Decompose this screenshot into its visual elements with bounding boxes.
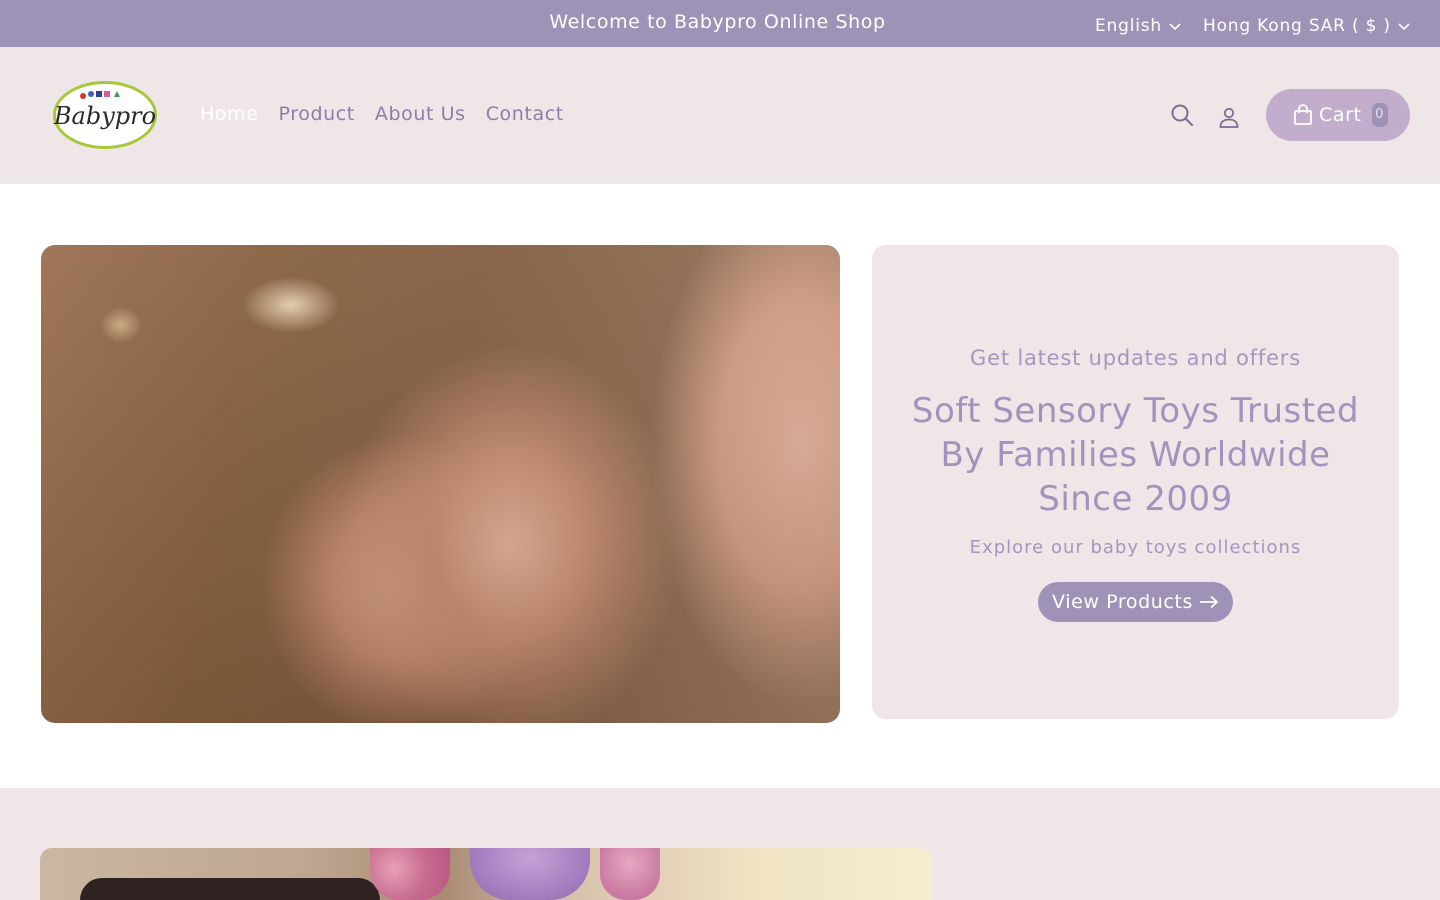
hero-image (41, 245, 840, 723)
nav-about-us[interactable]: About Us (375, 103, 466, 125)
account-icon[interactable] (1217, 106, 1241, 130)
hero-description: Explore our baby toys collections (969, 537, 1302, 558)
featured-toy-purple (470, 848, 590, 900)
svg-text:Babypro: Babypro (53, 102, 156, 130)
hero-subtitle: Get latest updates and offers (970, 346, 1301, 370)
cart-button[interactable]: Cart 0 (1266, 89, 1410, 141)
currency-selector[interactable]: Hong Kong SAR ( $ ) (1203, 16, 1411, 36)
featured-toy-pink (370, 848, 450, 900)
featured-toy-rose (600, 848, 660, 900)
hero-card: Get latest updates and offers Soft Senso… (872, 245, 1399, 719)
main-nav: Home Product About Us Contact (200, 103, 564, 125)
currency-label: Hong Kong SAR ( $ ) (1203, 16, 1391, 36)
nav-home[interactable]: Home (200, 103, 259, 125)
language-label: English (1095, 16, 1162, 36)
language-selector[interactable]: English (1095, 16, 1182, 36)
nav-contact[interactable]: Contact (486, 103, 564, 125)
view-products-button[interactable]: View Products (1038, 582, 1233, 622)
babypro-logo[interactable]: Babypro (50, 79, 160, 151)
hero-title: Soft Sensory Toys Trusted By Families Wo… (911, 391, 1360, 519)
view-products-label: View Products (1052, 591, 1193, 613)
featured-image-shadow (80, 878, 380, 900)
search-icon[interactable] (1170, 103, 1194, 127)
hero-image-overlay (41, 245, 840, 723)
bag-icon (1294, 104, 1312, 125)
cart-label: Cart (1319, 104, 1362, 126)
featured-section (0, 788, 1440, 900)
chevron-down-icon (1169, 23, 1181, 31)
announcement-bar: Welcome to Babypro Online Shop English H… (0, 0, 1440, 47)
cart-count-badge: 0 (1371, 103, 1388, 127)
chevron-down-icon (1398, 23, 1410, 31)
arrow-right-icon (1199, 595, 1219, 609)
nav-product[interactable]: Product (279, 103, 355, 125)
featured-image (40, 848, 932, 900)
site-header: Babypro Home Product About Us Contact Ca… (0, 47, 1440, 184)
